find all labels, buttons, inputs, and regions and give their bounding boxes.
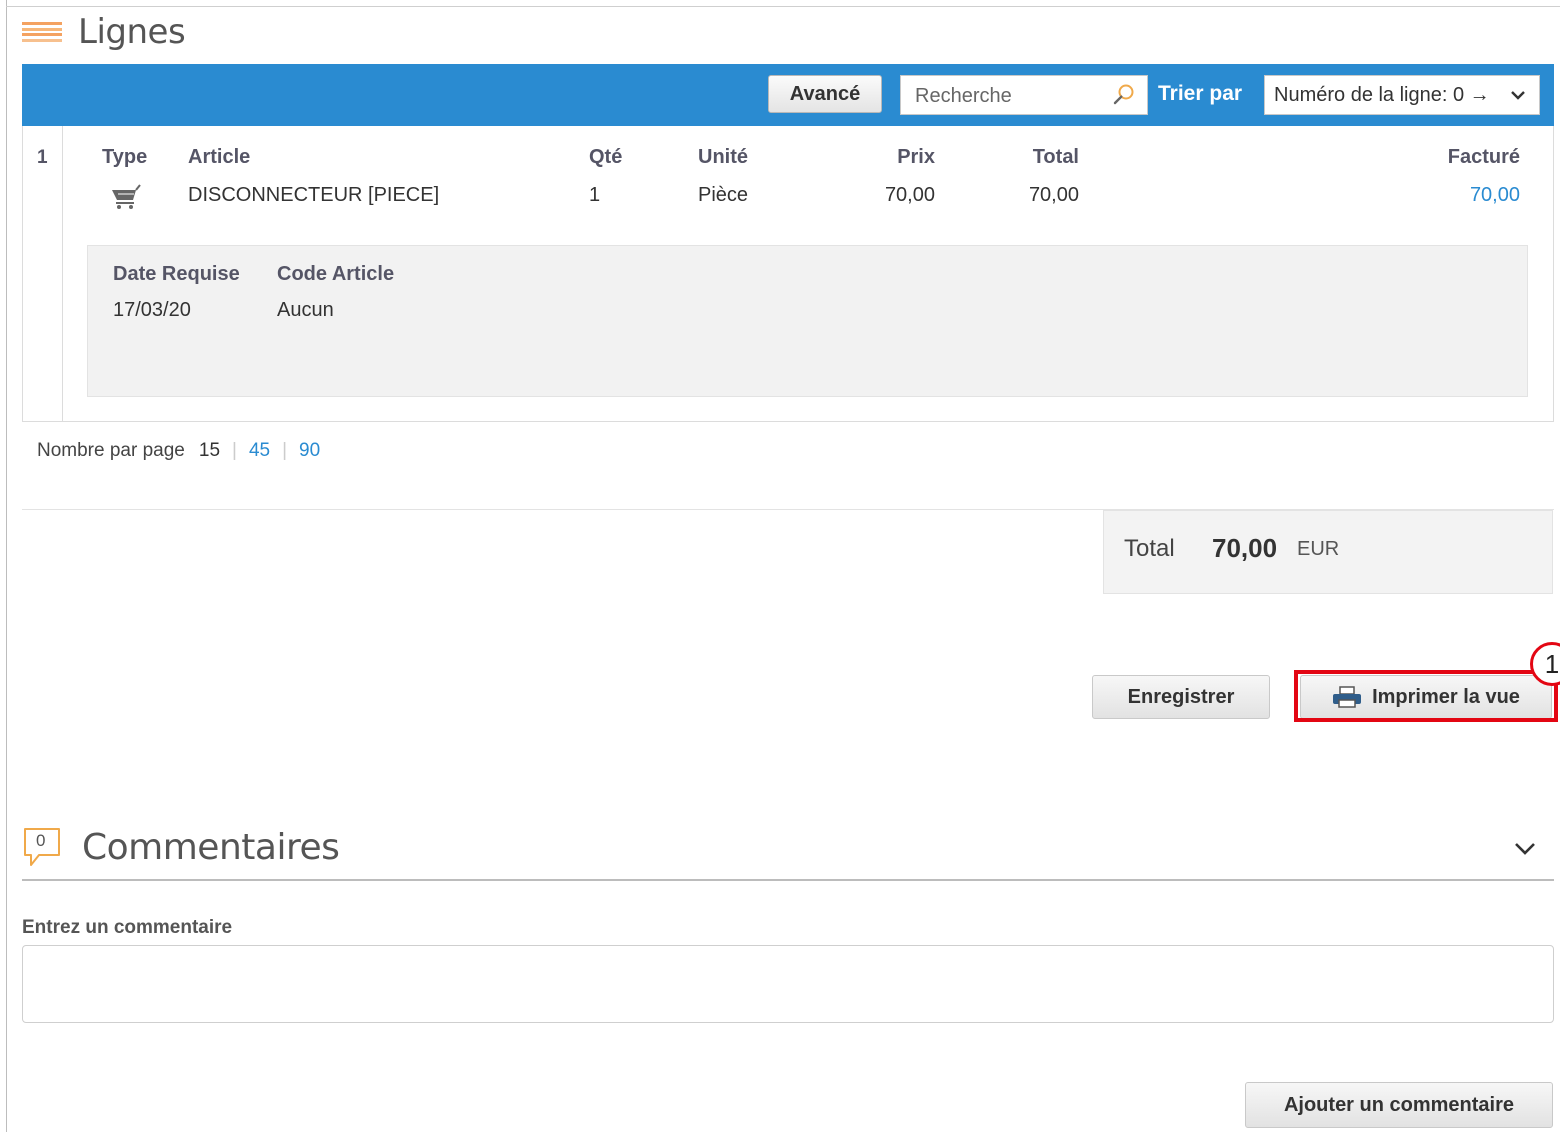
add-comment-button[interactable]: Ajouter un commentaire: [1245, 1082, 1553, 1128]
per-page-pager: Nombre par page 15 | 45 | 90: [37, 440, 320, 462]
order-total-panel: Total 70,00 EUR: [1103, 510, 1553, 594]
total-value: 70,00: [1028, 184, 1079, 206]
column-header-invoiced: Facturé: [1447, 146, 1520, 168]
comments-divider: [22, 879, 1554, 881]
column-header-total: Total: [1032, 146, 1079, 168]
per-page-label: Nombre par page: [37, 440, 185, 461]
print-view-highlight: [1294, 670, 1558, 722]
comments-count: 0: [36, 831, 46, 850]
search-input[interactable]: [913, 84, 1107, 109]
comments-title: Commentaires: [82, 826, 340, 868]
shopping-cart-icon: [112, 184, 141, 209]
article-name: DISCONNECTEUR [PIECE]: [188, 184, 440, 206]
chevron-down-icon: [1511, 91, 1525, 100]
pager-separator: |: [282, 440, 288, 461]
order-total-label: Total: [1124, 535, 1175, 562]
sort-by-select[interactable]: Numéro de la ligne: 0 →: [1264, 75, 1540, 115]
per-page-option-45[interactable]: 45: [249, 440, 270, 462]
search-box[interactable]: [900, 75, 1148, 115]
column-header-unit: Unité: [698, 146, 748, 168]
lines-toolbar: Avancé Trier par Numéro de la ligne: 0 →: [22, 64, 1554, 126]
lines-section-title: Lignes: [78, 12, 186, 52]
comments-section-header[interactable]: 0 Commentaires: [22, 826, 340, 868]
required-date-value: 17/03/20: [113, 299, 191, 321]
per-page-option-90[interactable]: 90: [299, 440, 320, 462]
unit-value: Pièce: [698, 184, 749, 206]
price-value: 70,00: [884, 184, 935, 206]
column-header-qty: Qté: [589, 146, 623, 168]
line-number-divider: [62, 126, 63, 422]
sort-by-label: Trier par: [1158, 82, 1243, 105]
lines-icon: [22, 22, 62, 42]
quantity-value: 1: [589, 184, 601, 206]
order-total-value: 70,00: [1212, 533, 1278, 563]
search-icon[interactable]: [1113, 83, 1135, 105]
comment-input-label: Entrez un commentaire: [22, 917, 233, 938]
lines-section-header: Lignes: [22, 12, 186, 52]
required-date-label: Date Requise: [113, 263, 240, 285]
article-code-value: Aucun: [277, 299, 334, 321]
sort-by-value: Numéro de la ligne: 0 →: [1274, 83, 1490, 106]
invoiced-link[interactable]: 70,00: [1400, 184, 1520, 207]
article-code-label: Code Article: [277, 263, 395, 285]
page: Lignes Avancé Trier par Numéro de la lig…: [0, 0, 1560, 1132]
advanced-search-button[interactable]: Avancé: [768, 75, 882, 113]
frame-border-top: [6, 6, 1560, 7]
line-number: 1: [37, 147, 48, 168]
column-header-price: Prix: [897, 146, 935, 168]
frame-border-left: [6, 0, 7, 1132]
save-button[interactable]: Enregistrer: [1092, 675, 1270, 719]
column-header-article: Article: [188, 146, 251, 168]
pager-separator: |: [232, 440, 237, 461]
order-total-currency: EUR: [1297, 538, 1340, 560]
comment-textarea[interactable]: [22, 945, 1554, 1023]
per-page-current: 15: [198, 440, 221, 461]
column-header-type: Type: [102, 146, 148, 168]
chevron-down-icon[interactable]: [1512, 838, 1538, 858]
comment-bubble-icon: 0: [22, 826, 62, 868]
